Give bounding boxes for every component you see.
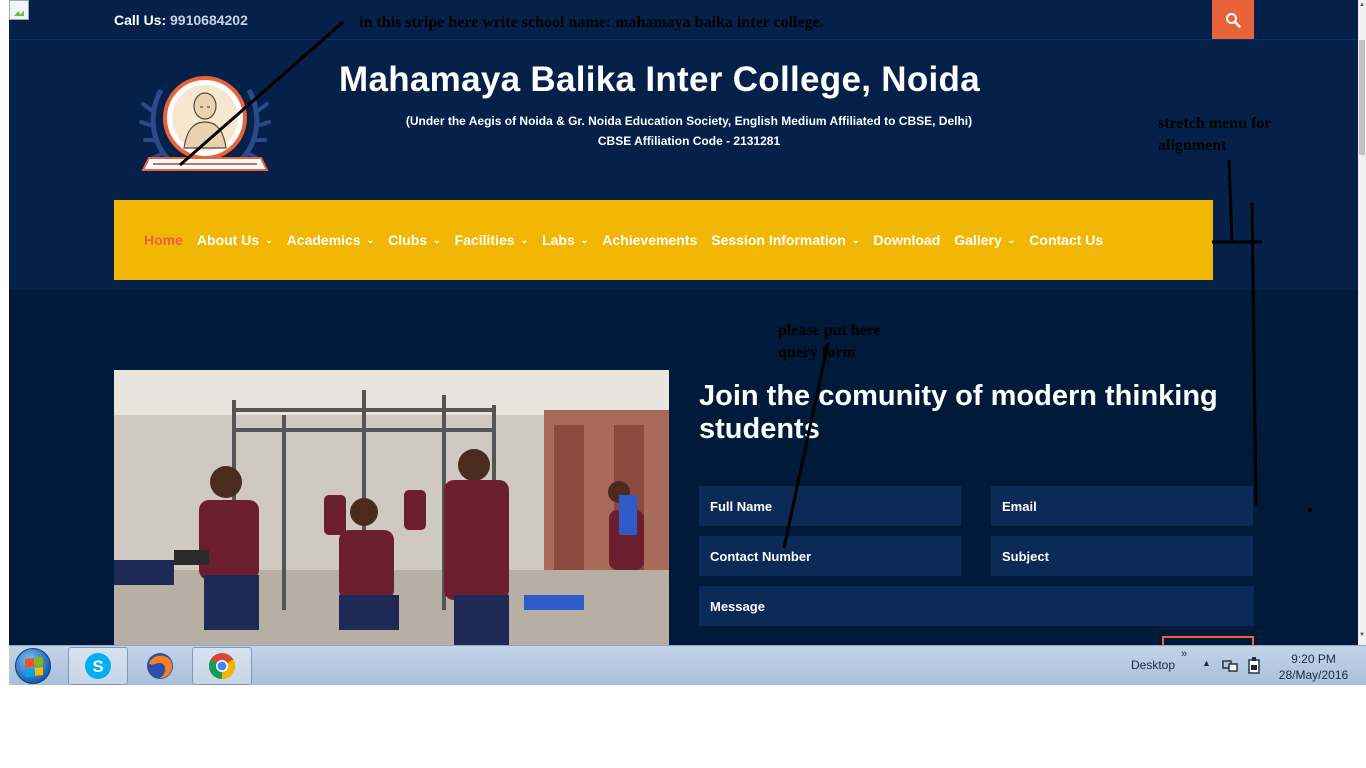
nav-item-label: Labs <box>542 232 575 248</box>
annotation-form-line2: query form <box>778 344 856 361</box>
skype-icon: S <box>85 653 111 679</box>
chevron-down-icon: ⌄ <box>851 234 860 245</box>
chrome-taskbar-button[interactable] <box>192 647 252 685</box>
call-us: Call Us: 9910684202 <box>114 12 248 28</box>
annotation-form-note: please put here query form <box>778 320 881 364</box>
nav-item-contact-us[interactable]: Contact Us <box>1029 232 1103 248</box>
annotation-form-line1: please put here <box>778 322 881 339</box>
chevron-down-icon: ⌄ <box>366 234 375 245</box>
submit-button[interactable] <box>1162 636 1254 645</box>
clock-date: 28/May/2016 <box>1278 668 1349 682</box>
nav-item-label: Clubs <box>388 232 428 248</box>
taskbar-clock[interactable]: 9:20 PM 28/May/2016 <box>1271 651 1356 683</box>
chevron-down-icon: ⌄ <box>520 234 529 245</box>
search-button[interactable] <box>1212 0 1254 39</box>
annotation-stripe-note: in this stripe here write school name: m… <box>359 14 824 31</box>
skype-taskbar-button[interactable]: S <box>68 647 128 685</box>
search-icon <box>1226 12 1241 28</box>
scroll-down-arrow-icon[interactable]: ▼ <box>1358 632 1366 638</box>
show-hidden-icons-icon[interactable]: ▲ <box>1202 658 1211 668</box>
firefox-taskbar-button[interactable] <box>130 647 190 685</box>
nav-item-clubs[interactable]: Clubs ⌄ <box>388 232 440 248</box>
chevron-down-icon: ⌄ <box>265 234 273 245</box>
chevron-down-icon: ⌄ <box>1007 234 1016 245</box>
site-header: Mahamaya Balika Inter College, Noida (Un… <box>9 40 1358 290</box>
nav-item-session-information[interactable]: Session Information ⌄ <box>711 232 859 248</box>
email-field[interactable]: Email <box>991 486 1253 526</box>
nav-item-home[interactable]: Home <box>144 232 183 248</box>
nav-item-achievements[interactable]: Achievements <box>602 232 697 248</box>
nav-item-label: Download <box>873 232 941 248</box>
school-name-title: Mahamaya Balika Inter College, Noida <box>339 60 981 99</box>
clock-time: 9:20 PM <box>1291 652 1336 666</box>
nav-item-label: Home <box>144 232 183 248</box>
phone-number[interactable]: 9910684202 <box>170 12 248 28</box>
nav-item-label: About Us <box>196 232 260 248</box>
scroll-up-arrow-icon[interactable]: ▲ <box>1358 2 1366 8</box>
school-logo[interactable] <box>139 70 271 182</box>
browser-page: Call Us: 9910684202 Mahamaya Balika Inte… <box>9 0 1366 645</box>
vertical-scrollbar[interactable]: ▲ ▼ <box>1358 0 1366 645</box>
nav-item-label: Session Information <box>711 232 846 248</box>
windows-logo-icon <box>25 657 43 677</box>
cbse-code-line: CBSE Affiliation Code - 2131281 <box>597 134 781 148</box>
toolbar-expand-icon[interactable]: » <box>1181 648 1187 660</box>
annotation-menu-note: stretch menu for alignment <box>1158 113 1271 157</box>
message-field[interactable]: Message <box>699 586 1254 626</box>
power-icon[interactable] <box>1247 657 1261 674</box>
nav-item-labs[interactable]: Labs ⌄ <box>542 232 588 248</box>
join-heading: Join the comunity of modern thinking stu… <box>699 380 1218 445</box>
subject-field[interactable]: Subject <box>991 536 1253 576</box>
full-name-field[interactable]: Full Name <box>699 486 961 526</box>
nav-item-label: Gallery <box>954 232 1002 248</box>
gym-photo <box>114 370 669 645</box>
chrome-icon <box>208 653 236 680</box>
nav-item-label: Achievements <box>602 232 698 248</box>
windows-taskbar: S Desktop » ▲ 9:20 PM 28/May/2016 <box>9 645 1366 685</box>
chevron-down-icon: ⌄ <box>433 234 441 245</box>
annotation-menu-line2: alignment <box>1158 137 1227 154</box>
nav-item-label: Academics <box>286 232 361 248</box>
firefox-icon <box>147 653 173 679</box>
school-subtitle: (Under the Aegis of Noida & Gr. Noida Ed… <box>339 111 1039 151</box>
network-icon[interactable] <box>1222 659 1238 673</box>
main-menu: Home About Us ⌄ Academics ⌄ Clubs ⌄ Facilities ⌄… <box>114 200 1213 280</box>
broken-image-icon <box>9 0 29 20</box>
nav-item-label: Contact Us <box>1029 232 1104 248</box>
svg-text:S: S <box>92 657 103 676</box>
call-us-label: Call Us: <box>114 12 167 28</box>
nav-item-download[interactable]: Download <box>873 232 940 248</box>
nav-item-label: Facilities <box>454 232 515 248</box>
nav-item-gallery[interactable]: Gallery ⌄ <box>954 232 1015 248</box>
chevron-down-icon: ⌄ <box>580 234 589 245</box>
annotation-menu-line1: stretch menu for <box>1158 115 1272 132</box>
nav-item-about-us[interactable]: About Us ⌄ <box>197 232 273 248</box>
scroll-thumb[interactable] <box>1359 40 1365 155</box>
nav-item-academics[interactable]: Academics ⌄ <box>287 232 374 248</box>
desktop-toolbar-label[interactable]: Desktop <box>1131 658 1175 672</box>
nav-item-facilities[interactable]: Facilities ⌄ <box>455 232 528 248</box>
start-button[interactable] <box>15 648 51 684</box>
affiliation-line: (Under the Aegis of Noida & Gr. Noida Ed… <box>405 114 973 128</box>
contact-number-field[interactable]: Contact Number <box>699 536 961 576</box>
